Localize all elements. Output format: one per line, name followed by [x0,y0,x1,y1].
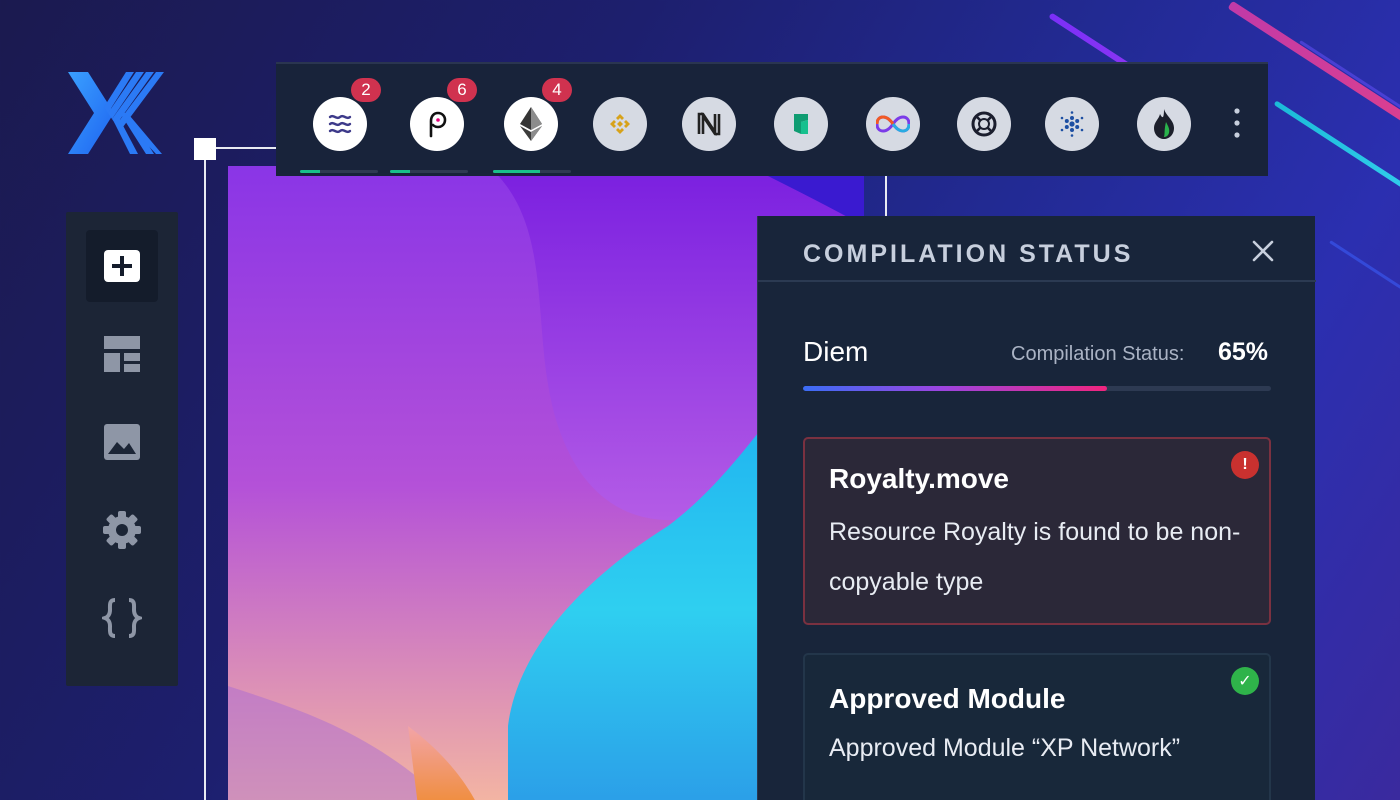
chain-progress [493,170,571,173]
sidebar-item-add[interactable] [86,230,158,302]
kadena-icon [794,114,808,134]
chain-ethereum[interactable] [504,97,558,151]
chain-elrond[interactable] [957,97,1011,151]
notification-badge: 6 [447,78,477,102]
image-icon [104,424,140,460]
chain-progress-fill [300,170,320,173]
panel-title: COMPILATION STATUS [803,240,1134,268]
chain-progress-fill [390,170,410,173]
more-vertical-icon[interactable] [1233,107,1241,139]
card-title: Approved Module [829,683,1066,714]
layout-icon [104,336,140,372]
polkadot-icon [429,111,447,138]
braces-icon [102,598,142,638]
chain-binance[interactable] [593,97,647,151]
notification-badge: 4 [542,78,572,102]
compilation-status-panel: COMPILATION STATUS Diem Compilation Stat… [757,216,1316,800]
chain-progress-fill [493,170,540,173]
compilation-progress-fill [803,386,1108,391]
chain-name: Diem [803,336,869,367]
card-title: Royalty.move [829,463,1009,494]
binance-icon [610,114,630,134]
card-body: Approved Module “XP Network” [829,734,1181,762]
compilation-status-label: Compilation Status: [1011,343,1185,365]
chain-progress [390,170,468,173]
cardano-icon [1060,111,1084,137]
compilation-status-value: 65% [1218,338,1269,366]
chain-kadena[interactable] [774,97,828,151]
compilation-progress-bar [803,386,1271,391]
sidebar-item-settings[interactable] [86,494,158,566]
infinity-icon [876,115,910,133]
panel-header: COMPILATION STATUS [758,216,1316,282]
sidebar-item-code[interactable] [86,582,158,654]
sidebar [66,212,178,686]
close-icon[interactable] [1252,240,1274,262]
near-icon [697,112,721,136]
success-card[interactable]: Approved Module Approved Module “XP Netw… [803,653,1271,800]
chain-toolbar: 2 6 4 [276,62,1268,176]
sidebar-item-image[interactable] [86,406,158,478]
chain-progress [300,170,378,173]
notification-badge: 2 [351,78,381,102]
diem-icon [328,114,352,134]
flame-icon [1154,109,1174,139]
xp-network-logo[interactable] [68,72,164,154]
card-body: Resource Royalty is found to be non-copy… [829,518,1241,596]
chain-near[interactable] [682,97,736,151]
ethereum-icon [520,107,542,141]
plus-icon [104,250,140,282]
sidebar-item-layout[interactable] [86,318,158,390]
connector-line [885,176,887,216]
check-icon: ✓ [1231,667,1259,695]
chain-heco[interactable] [1137,97,1191,151]
error-card[interactable]: Royalty.move Resource Royalty is found t… [803,437,1271,625]
chain-cardano[interactable] [1045,97,1099,151]
decor-streak [1273,100,1400,214]
connector-line [204,148,206,800]
elrond-icon [971,111,997,137]
decor-streak [1329,240,1400,320]
chain-diem[interactable] [313,97,367,151]
error-icon: ! [1231,451,1259,479]
resize-handle[interactable] [194,138,216,160]
chain-dfinity[interactable] [866,97,920,151]
chain-polkadot[interactable] [410,97,464,151]
gear-icon [103,511,141,549]
